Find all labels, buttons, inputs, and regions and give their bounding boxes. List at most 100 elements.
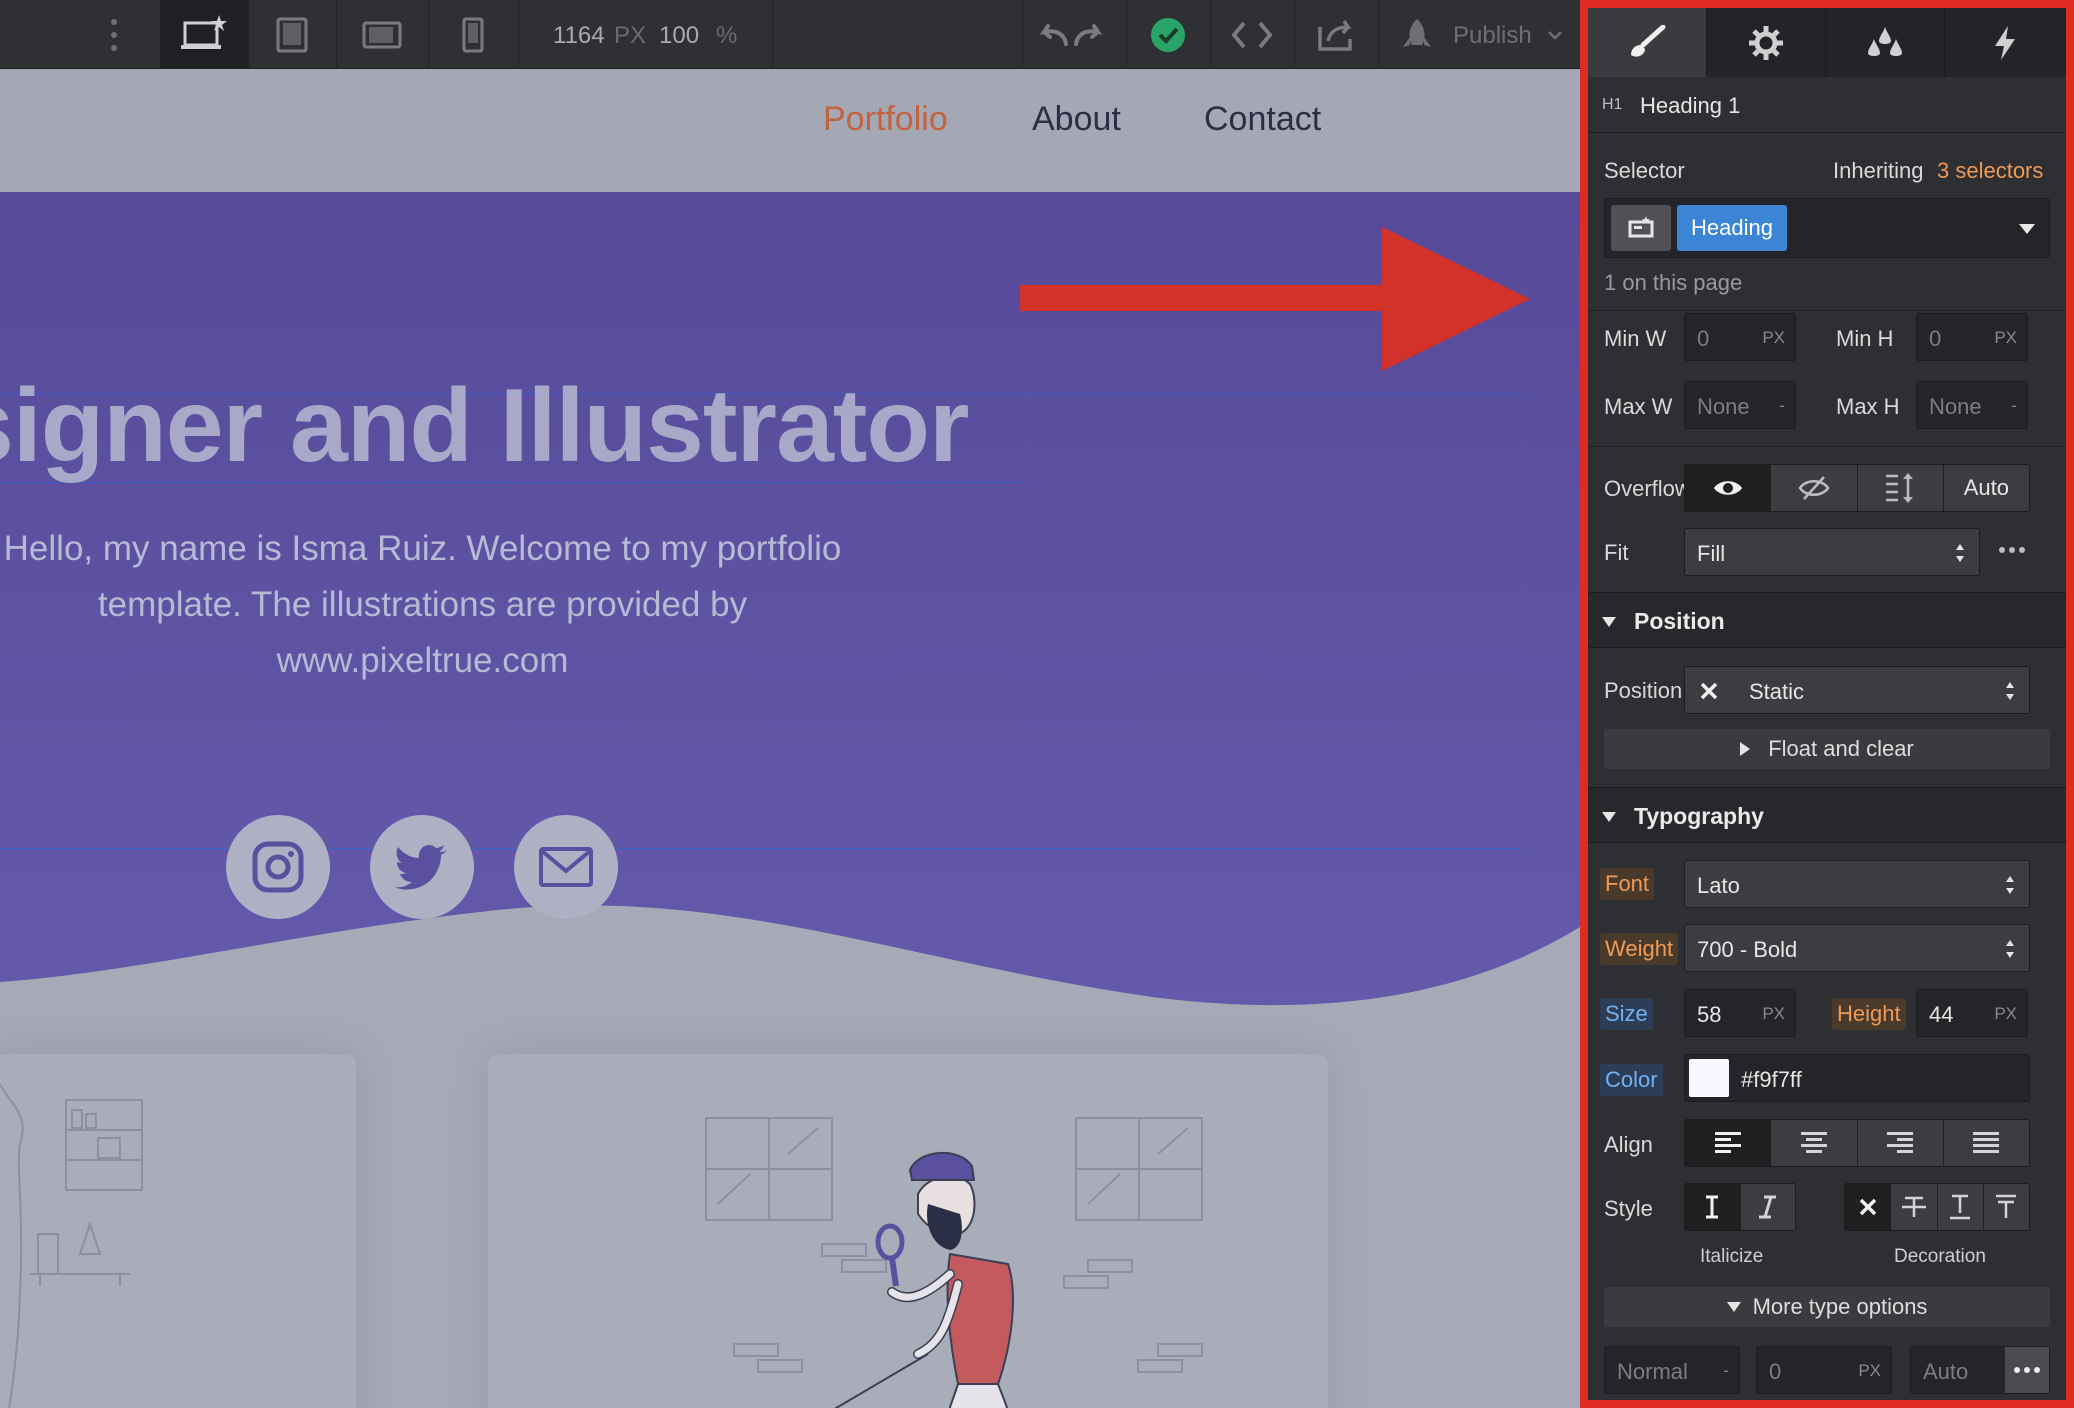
hero-heading[interactable]: signer and Illustrator [0, 374, 969, 478]
text-indent-input[interactable]: 0 PX [1756, 1346, 1892, 1394]
fit-select[interactable]: Fill [1684, 528, 1980, 576]
canvas-width-value[interactable]: 1164 [553, 22, 605, 50]
phone-breakpoint-icon[interactable] [428, 0, 518, 69]
portfolio-card[interactable] [488, 1054, 1328, 1408]
style-manager-drops-icon[interactable] [1826, 8, 1945, 77]
desktop-breakpoint-icon[interactable] [160, 0, 248, 69]
email-icon[interactable] [514, 815, 618, 919]
columns-input[interactable]: Auto [1910, 1346, 2050, 1394]
share-icon[interactable] [1294, 0, 1378, 69]
decoration-caption: Decoration [1894, 1246, 1986, 1267]
canvas-width-unit: PX [614, 22, 647, 49]
position-value: Static [1749, 679, 1805, 704]
more-type-options-toggle[interactable]: More type options [1604, 1287, 2050, 1327]
align-left-icon[interactable] [1685, 1120, 1772, 1166]
zoom-value[interactable]: 100 [659, 22, 699, 50]
select-arrows-icon [2006, 682, 2014, 700]
overline-icon[interactable] [1983, 1184, 2029, 1230]
max-height-label: Max H [1836, 394, 1900, 419]
min-width-unit[interactable]: PX [1762, 328, 1785, 348]
static-x-icon [1700, 682, 1718, 700]
select-arrows-icon [2006, 940, 2014, 958]
annotation-arrow-icon [1020, 227, 1530, 371]
more-menu-icon[interactable] [92, 0, 136, 69]
min-width-label: Min W [1604, 326, 1667, 351]
element-type-badge: H1 [1602, 96, 1623, 113]
color-input[interactable]: #f9f7ff [1684, 1054, 2030, 1102]
typography-section-header[interactable]: Typography [1588, 787, 2066, 843]
float-and-clear-toggle[interactable]: Float and clear [1604, 729, 2050, 769]
selector-type-icon[interactable] [1611, 205, 1671, 251]
style-tab-brush-icon[interactable] [1588, 8, 1707, 77]
underline-icon[interactable] [1937, 1184, 1984, 1230]
divider [1588, 446, 2066, 447]
caret-right-icon [1740, 742, 1751, 756]
strikethrough-icon[interactable] [1891, 1184, 1938, 1230]
decoration-none-icon[interactable] [1845, 1184, 1892, 1230]
max-height-unit[interactable]: - [2011, 396, 2017, 416]
nav-link-about[interactable]: About [1032, 100, 1121, 139]
font-size-input[interactable]: 58 PX [1684, 989, 1796, 1037]
inheriting-selectors-link[interactable]: 3 selectors [1937, 158, 2043, 184]
settings-tab-gear-icon[interactable] [1707, 8, 1826, 77]
tablet-breakpoint-icon[interactable] [248, 0, 336, 69]
max-width-unit[interactable]: - [1779, 396, 1785, 416]
hero-paragraph[interactable]: Hello, my name is Isma Ruiz. Welcome to … [0, 521, 845, 689]
nav-link-contact[interactable]: Contact [1204, 100, 1321, 139]
letter-spacing-input[interactable]: Normal - [1604, 1346, 1740, 1394]
twitter-icon[interactable] [370, 815, 474, 919]
color-label: Color [1600, 1064, 1663, 1096]
publish-status-check-icon[interactable] [1126, 0, 1210, 69]
undo-redo-icon[interactable] [1030, 0, 1112, 69]
letter-spacing-unit[interactable]: - [1723, 1361, 1729, 1381]
overflow-scroll-icon[interactable] [1857, 465, 1944, 511]
weight-select[interactable]: 700 - Bold [1684, 924, 2030, 972]
rocket-icon [1395, 0, 1439, 69]
font-value: Lato [1697, 873, 1740, 898]
min-height-unit[interactable]: PX [1994, 328, 2017, 348]
nav-link-portfolio[interactable]: Portfolio [823, 100, 948, 139]
selector-dropdown-icon[interactable] [2019, 221, 2035, 239]
instagram-icon[interactable] [226, 815, 330, 919]
chevron-down-icon[interactable] [1540, 0, 1570, 69]
position-section-header[interactable]: Position [1588, 592, 2066, 648]
line-height-unit[interactable]: PX [1994, 1004, 2017, 1024]
selector-chip[interactable]: Heading [1677, 205, 1787, 251]
min-width-input[interactable]: 0 PX [1684, 313, 1796, 361]
text-indent-unit[interactable]: PX [1858, 1361, 1881, 1381]
typography-section-title: Typography [1634, 803, 1764, 829]
design-canvas[interactable]: Portfolio About Contact signer and Illus… [0, 69, 1580, 1408]
more-options-icon[interactable] [2005, 1347, 2049, 1393]
align-right-icon[interactable] [1857, 1120, 1944, 1166]
position-section-title: Position [1634, 608, 1725, 634]
more-options-icon[interactable] [1998, 541, 2026, 559]
italic-off-icon[interactable] [1685, 1184, 1741, 1230]
publish-button[interactable]: Publish [1453, 22, 1532, 50]
min-height-input[interactable]: 0 PX [1916, 313, 2028, 361]
decoration-control [1844, 1183, 2030, 1231]
max-width-input[interactable]: None - [1684, 381, 1796, 429]
align-justify-icon[interactable] [1943, 1120, 2029, 1166]
interactions-bolt-icon[interactable] [1945, 8, 2064, 77]
selector-field[interactable]: Heading [1604, 198, 2050, 258]
landscape-breakpoint-icon[interactable] [336, 0, 428, 69]
italic-on-icon[interactable] [1740, 1184, 1795, 1230]
code-export-icon[interactable] [1210, 0, 1294, 69]
font-label: Font [1600, 868, 1655, 900]
font-select[interactable]: Lato [1684, 860, 2030, 908]
color-swatch[interactable] [1689, 1059, 1729, 1097]
max-height-input[interactable]: None - [1916, 381, 2028, 429]
min-height-label: Min H [1836, 326, 1894, 351]
weight-value: 700 - Bold [1697, 937, 1798, 962]
fit-label: Fit [1604, 540, 1629, 565]
overflow-visible-eye-icon[interactable] [1685, 465, 1772, 511]
font-size-unit[interactable]: PX [1762, 1004, 1785, 1024]
text-align-control [1684, 1119, 2030, 1167]
overflow-auto-option[interactable]: Auto [1943, 465, 2029, 511]
line-height-input[interactable]: 44 PX [1916, 989, 2028, 1037]
portfolio-card[interactable] [0, 1054, 356, 1408]
max-height-value: None [1929, 394, 1982, 419]
align-center-icon[interactable] [1771, 1120, 1858, 1166]
overflow-hidden-eye-off-icon[interactable] [1771, 465, 1858, 511]
position-select[interactable]: Static [1684, 666, 2030, 714]
